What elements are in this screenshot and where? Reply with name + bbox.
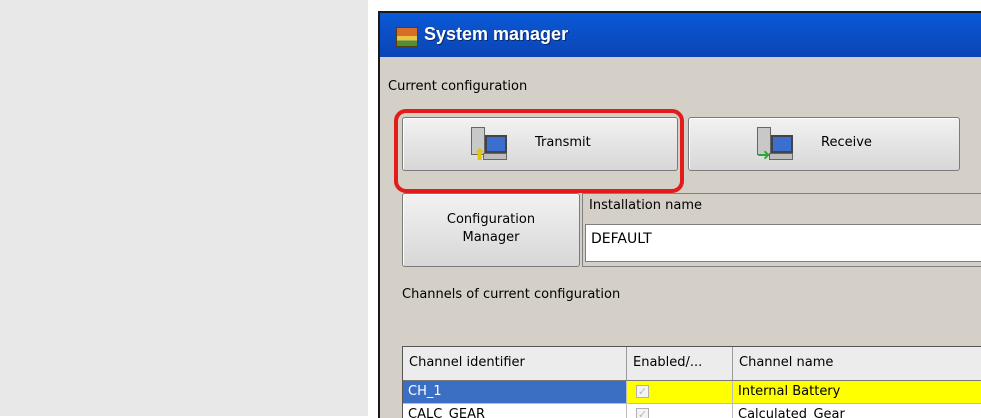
title-bar[interactable]: System manager [380, 13, 981, 57]
installation-name-label: Installation name [589, 198, 703, 213]
receive-computer-icon: ➜ [757, 127, 793, 164]
column-header-enabled[interactable]: Enabled/... [627, 347, 733, 381]
receive-label: Receive [821, 135, 872, 150]
channels-label: Channels of current configuration [402, 287, 621, 302]
installation-name-field[interactable]: DEFAULT [585, 224, 981, 262]
channels-grid[interactable]: Channel identifier Enabled/... Channel n… [402, 346, 981, 418]
column-header-name[interactable]: Channel name [733, 347, 981, 381]
row1-identifier[interactable]: CH_1 [403, 381, 627, 404]
window-title: System manager [424, 24, 569, 44]
configuration-manager-button[interactable]: Configuration Manager [402, 193, 580, 267]
configuration-manager-line1: Configuration [446, 212, 536, 227]
row1-enabled-checkbox[interactable]: ✓ [636, 385, 649, 398]
left-background [0, 0, 368, 416]
configuration-manager-line2: Manager [462, 230, 520, 245]
receive-button[interactable]: ➜ Receive [688, 117, 960, 171]
row1-name[interactable]: Internal Battery [733, 381, 981, 404]
current-configuration-label: Current configuration [388, 79, 528, 94]
installation-name-group: Installation name DEFAULT [582, 193, 981, 267]
row1-enabled-cell[interactable]: ✓ [627, 381, 733, 404]
app-icon [396, 27, 418, 47]
client-area: Current configuration ⬆ Transmit ➜ Recei… [386, 57, 981, 418]
system-manager-window: System manager Current configuration ⬆ T… [378, 11, 981, 418]
row2-enabled-checkbox[interactable]: ✓ [636, 408, 649, 418]
highlight-callout [394, 109, 684, 193]
column-header-identifier[interactable]: Channel identifier [403, 347, 627, 381]
